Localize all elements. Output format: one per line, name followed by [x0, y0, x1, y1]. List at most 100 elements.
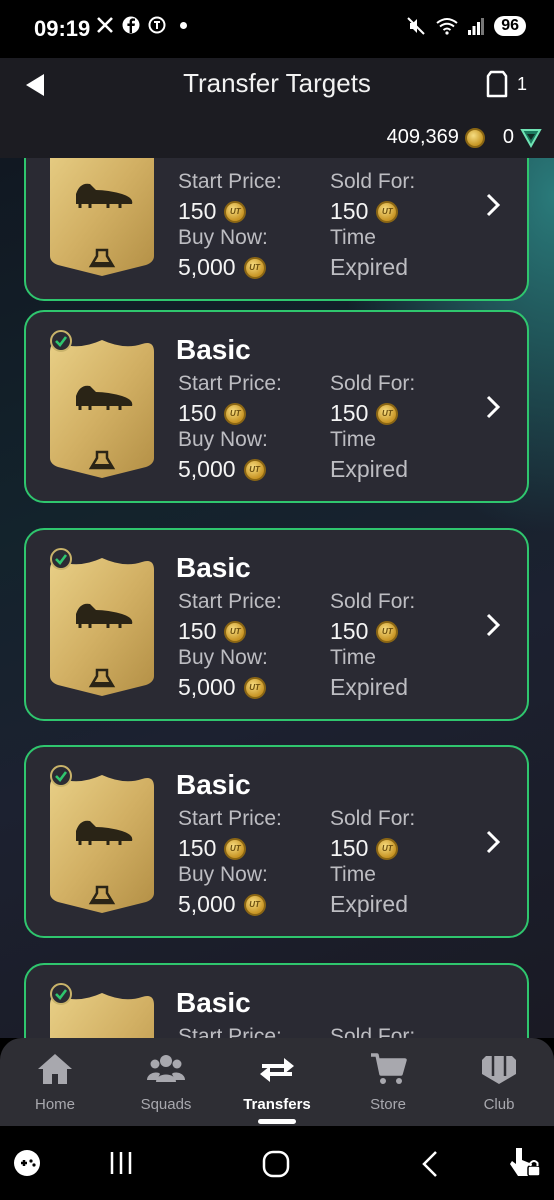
sold-for-value: 150 UT	[330, 835, 399, 862]
start-price-label: Start Price:	[178, 1025, 282, 1038]
item-title: Basic	[176, 552, 251, 583]
nav-label: Transfers	[243, 1096, 311, 1113]
club-icon	[482, 1056, 516, 1084]
time-value: Expired	[330, 674, 408, 700]
transfer-item-card[interactable]: Basic Start Price: 150 UT Buy Now: 5,000…	[24, 528, 529, 721]
time-label: Time	[330, 863, 376, 886]
start-price: 150	[178, 835, 217, 861]
coin-icon: UT	[224, 620, 247, 643]
transfer-item-card[interactable]: Basic Start Price: 150 UT Buy Now: 5,000…	[24, 310, 529, 503]
points-icon	[520, 128, 542, 148]
coin-icon: UT	[376, 837, 399, 860]
buy-now-label: Buy Now:	[178, 226, 268, 249]
start-price: 150	[178, 618, 217, 644]
status-notification-icons	[96, 16, 187, 34]
system-nav-bar	[0, 1126, 554, 1200]
sold-for-value: 150 UT	[330, 400, 399, 427]
time-value: Expired	[330, 456, 408, 482]
transfers-icon	[260, 1058, 294, 1082]
home-button-icon[interactable]	[262, 1150, 290, 1178]
sold-for-label: Sold For:	[330, 372, 416, 395]
coin-icon: UT	[224, 402, 247, 425]
buy-now-price: 5,000	[178, 456, 236, 482]
wifi-icon	[436, 18, 458, 35]
app-header: Transfer Targets 1 409,369 0	[0, 58, 554, 158]
time-label: Time	[330, 428, 376, 451]
buy-now-value: 5,000 UT	[178, 456, 266, 483]
card-count: 1	[517, 74, 528, 94]
home-icon	[38, 1054, 72, 1084]
sold-for-label: Sold For:	[330, 170, 416, 193]
coin-icon	[464, 127, 485, 148]
transfer-item-card[interactable]: Basic Start Price: 150 UT Buy Now: 5,000…	[24, 158, 529, 301]
sold-for-label: Sold For:	[330, 1025, 416, 1038]
item-title: Basic	[176, 769, 251, 800]
nav-label: Home	[34, 1096, 75, 1113]
touch-lock-icon[interactable]	[508, 1144, 542, 1180]
chevron-right-icon[interactable]	[484, 192, 502, 218]
cart-icon	[371, 1053, 407, 1084]
nav-tab-transfers[interactable]: Transfers	[222, 1038, 332, 1126]
back-button-icon[interactable]	[420, 1150, 440, 1178]
nav-tab-home[interactable]: Home	[0, 1038, 110, 1126]
nav-tab-club[interactable]: Club	[444, 1038, 554, 1126]
chevron-right-icon[interactable]	[484, 829, 502, 855]
chevron-right-icon[interactable]	[484, 612, 502, 638]
recent-apps-icon[interactable]	[108, 1150, 134, 1176]
currency-balance: 409,369 0	[387, 126, 542, 149]
facebook-icon	[122, 16, 140, 34]
page-title: Transfer Targets	[183, 68, 371, 98]
bottom-nav: Home Squads Transfers Store Club	[0, 1038, 554, 1126]
coin-icon: UT	[243, 676, 266, 699]
coin-icon: UT	[243, 893, 266, 916]
buy-now-label: Buy Now:	[178, 646, 268, 669]
coin-icon: UT	[224, 837, 247, 860]
status-time: 09:19	[34, 16, 91, 41]
sold-for-value: 150 UT	[330, 618, 399, 645]
transfer-targets-list[interactable]: Basic Start Price: 150 UT Buy Now: 5,000…	[0, 158, 554, 1038]
check-icon	[50, 983, 72, 1005]
nav-label: Store	[370, 1096, 406, 1113]
coin-icon: UT	[376, 200, 399, 223]
sold-for-price: 150	[330, 400, 369, 426]
sold-for-label: Sold For:	[330, 807, 416, 830]
coin-icon: UT	[243, 256, 266, 279]
transfer-item-card[interactable]: Basic Start Price: 150 UT Buy Now: 5,000…	[24, 745, 529, 938]
gamepad-icon[interactable]	[12, 1148, 46, 1178]
nav-tab-store[interactable]: Store	[333, 1038, 443, 1126]
status-dot	[180, 21, 187, 29]
sold-for-label: Sold For:	[330, 590, 416, 613]
time-value: Expired	[330, 891, 408, 917]
x-icon	[97, 17, 113, 33]
coin-icon: UT	[376, 620, 399, 643]
signal-icon	[468, 18, 485, 35]
item-card-image	[50, 340, 154, 478]
active-tab-indicator	[258, 1119, 296, 1124]
start-price-value: 150 UT	[178, 400, 247, 427]
card-count-icon[interactable]	[486, 70, 508, 98]
check-icon	[50, 330, 72, 352]
sold-for-price: 150	[330, 618, 369, 644]
buy-now-value: 5,000 UT	[178, 891, 266, 918]
item-card-image	[50, 158, 154, 276]
item-card-image	[50, 775, 154, 913]
start-price-value: 150 UT	[178, 618, 247, 645]
start-price: 150	[178, 198, 217, 224]
nav-tab-squads[interactable]: Squads	[111, 1038, 221, 1126]
start-price-label: Start Price:	[178, 170, 282, 193]
time-value: Expired	[330, 254, 408, 280]
transfer-item-card[interactable]: Basic Start Price: 150 UT Buy Now: 5,000…	[24, 963, 529, 1038]
item-card-image	[50, 558, 154, 696]
coin-icon: UT	[376, 402, 399, 425]
buy-now-value: 5,000 UT	[178, 254, 266, 281]
sold-for-price: 150	[330, 835, 369, 861]
time-label: Time	[330, 226, 376, 249]
chevron-right-icon[interactable]	[484, 394, 502, 420]
buy-now-price: 5,000	[178, 674, 236, 700]
nav-label: Squads	[140, 1096, 192, 1113]
mute-icon	[407, 17, 425, 35]
buy-now-value: 5,000 UT	[178, 674, 266, 701]
coin-icon: UT	[224, 200, 247, 223]
battery-level: 96	[494, 16, 526, 36]
buy-now-label: Buy Now:	[178, 428, 268, 451]
